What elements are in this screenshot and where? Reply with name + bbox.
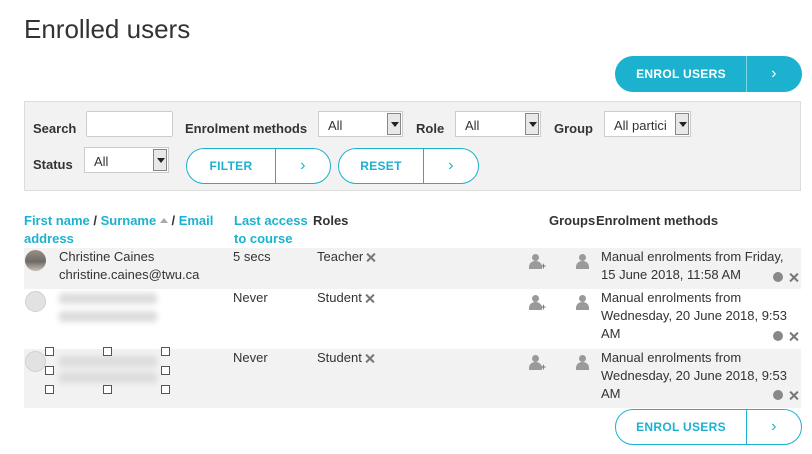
enrolment-method-line1: Manual enrolments from — [601, 290, 742, 305]
page-title: Enrolled users — [24, 14, 191, 44]
filter-panel: Search Enrolment methods All Role All Gr… — [24, 101, 801, 191]
enrolment-methods-select[interactable]: All — [318, 111, 403, 137]
role-select[interactable]: All — [455, 111, 541, 137]
header-last-access[interactable]: Last access to course — [234, 212, 308, 248]
chevron-down-icon — [525, 113, 539, 135]
enrolment-method-line3: AM — [601, 386, 621, 401]
enrolment-method-line1: Manual enrolments from — [601, 350, 742, 365]
last-access-line1: Last access — [234, 213, 308, 228]
close-icon[interactable] — [789, 273, 798, 282]
close-icon[interactable] — [789, 332, 798, 341]
add-role-icon[interactable]: + — [528, 355, 546, 372]
chevron-right-icon: › — [771, 418, 777, 435]
gear-icon[interactable] — [773, 331, 783, 341]
group-value: All partici — [614, 118, 667, 133]
role-badge: Student — [317, 349, 374, 367]
status-label: Status — [33, 157, 73, 172]
sort-surname-link[interactable]: Surname — [101, 213, 157, 228]
group-label: Group — [554, 121, 593, 136]
reset-button[interactable]: RESET › — [338, 148, 479, 184]
header-name: First name / Surname / Email address — [24, 212, 229, 248]
enrolment-methods-label: Enrolment methods — [185, 121, 308, 136]
gear-icon[interactable] — [773, 272, 783, 282]
header-groups: Groups — [549, 213, 596, 228]
group-icon[interactable] — [575, 254, 591, 270]
chevron-down-icon — [387, 113, 401, 135]
last-access: Never — [233, 290, 268, 305]
enrol-users-label: ENROL USERS — [636, 420, 726, 434]
add-role-icon[interactable]: + — [528, 295, 546, 312]
blurred-user-name — [59, 293, 157, 304]
selection-handle[interactable] — [161, 347, 170, 356]
group-icon[interactable] — [575, 355, 591, 371]
chevron-down-icon — [153, 149, 167, 171]
filter-label: FILTER — [209, 159, 253, 173]
filter-button[interactable]: FILTER › — [186, 148, 331, 184]
selection-handle[interactable] — [103, 347, 112, 356]
enrolment-method-line2: Wednesday, 20 June 2018, 9:53 — [601, 368, 787, 383]
remove-role-icon[interactable] — [366, 253, 375, 262]
selection-handle[interactable] — [45, 366, 54, 375]
close-icon[interactable] — [789, 391, 798, 400]
gear-icon[interactable] — [773, 390, 783, 400]
enrol-users-label: ENROL USERS — [636, 67, 726, 81]
blurred-user-email — [59, 372, 157, 383]
enrol-users-button-top[interactable]: ENROL USERS › — [615, 56, 802, 92]
user-avatar-icon[interactable] — [25, 291, 46, 312]
chevron-down-icon — [675, 113, 689, 135]
add-role-icon[interactable]: + — [528, 254, 546, 271]
sort-asc-icon — [159, 218, 168, 223]
reset-label: RESET — [360, 159, 402, 173]
table-row: Never Student + Manual enrolments from W… — [24, 289, 801, 349]
user-email: christine.caines@twu.ca — [59, 267, 200, 282]
remove-role-icon[interactable] — [365, 354, 374, 363]
table-row: Never Student + Manual enrolments from W… — [24, 347, 801, 408]
header-enrolment-methods: Enrolment methods — [596, 213, 719, 228]
selection-handle[interactable] — [45, 347, 54, 356]
role-name: Student — [317, 350, 362, 365]
user-avatar-icon[interactable] — [25, 351, 46, 372]
role-label: Role — [416, 121, 445, 136]
selection-handle[interactable] — [161, 366, 170, 375]
header-roles: Roles — [313, 213, 349, 228]
role-badge: Student — [317, 289, 374, 307]
role-name: Student — [317, 290, 362, 305]
remove-role-icon[interactable] — [365, 294, 374, 303]
blurred-user-name — [59, 356, 157, 367]
status-select[interactable]: All — [84, 147, 169, 173]
last-access: Never — [233, 350, 268, 365]
chevron-right-icon: › — [771, 65, 777, 82]
group-icon[interactable] — [575, 295, 591, 311]
selection-handle[interactable] — [45, 385, 54, 394]
last-access-line2: to course — [234, 231, 293, 246]
blurred-user-email — [59, 311, 157, 322]
group-select[interactable]: All partici — [604, 111, 691, 137]
header-separator: / — [167, 213, 179, 228]
chevron-right-icon: › — [448, 157, 454, 174]
search-label: Search — [33, 121, 77, 136]
search-input[interactable] — [86, 111, 173, 137]
role-badge: Teacher — [317, 248, 375, 266]
enrolment-method-line3: AM — [601, 326, 621, 341]
sort-first-name-link[interactable]: First name — [24, 213, 90, 228]
role-value: All — [465, 118, 480, 133]
last-access: 5 secs — [233, 249, 271, 264]
enrolment-method-line2: Wednesday, 20 June 2018, 9:53 — [601, 308, 787, 323]
status-value: All — [94, 154, 109, 169]
sort-email-link[interactable]: Email — [179, 213, 214, 228]
table-row: Christine Caines christine.caines@twu.ca… — [24, 248, 801, 289]
chevron-right-icon: › — [300, 157, 306, 174]
enrolment-method-line2: 15 June 2018, 11:58 AM — [601, 267, 741, 282]
enrol-users-button-bottom[interactable]: ENROL USERS › — [615, 409, 802, 445]
sort-email-address-link[interactable]: address — [24, 231, 74, 246]
user-name[interactable]: Christine Caines — [59, 248, 154, 266]
selection-handle[interactable] — [161, 385, 170, 394]
enrolment-method-line1: Manual enrolments from Friday, — [601, 249, 784, 264]
role-name: Teacher — [317, 249, 364, 264]
user-avatar[interactable] — [25, 250, 46, 271]
selection-handle[interactable] — [103, 385, 112, 394]
enrolment-methods-value: All — [328, 118, 343, 133]
header-separator: / — [89, 213, 101, 228]
